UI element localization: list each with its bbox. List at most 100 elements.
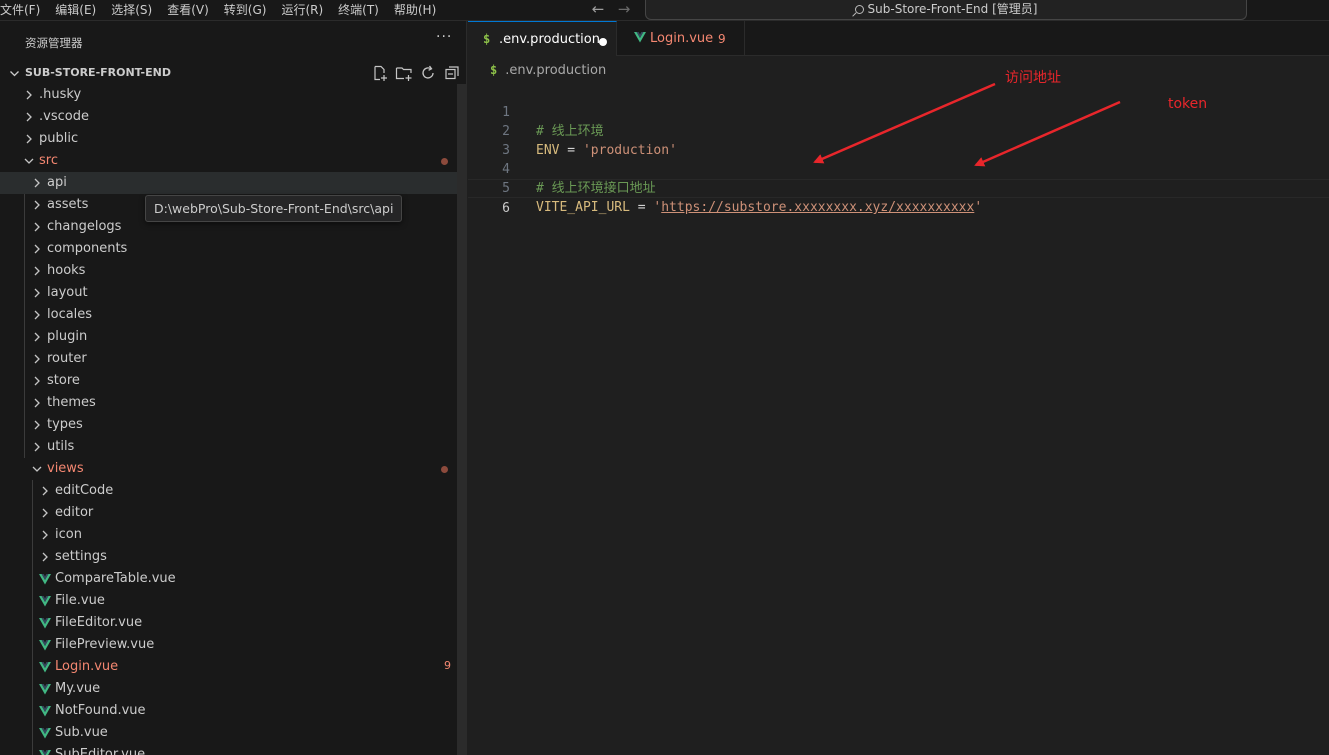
- code-url-link[interactable]: https://substore.xxxxxxxx.xyz/xxxxxxxxxx: [661, 200, 974, 215]
- chevron-right-icon: [24, 106, 34, 128]
- folder-item-api[interactable]: api: [0, 172, 459, 194]
- chevron-right-icon: [32, 216, 42, 238]
- chevron-right-icon: [32, 238, 42, 260]
- folder-item-themes[interactable]: themes: [0, 392, 459, 414]
- tree-item-label: layout: [47, 285, 88, 300]
- folder-item-types[interactable]: types: [0, 414, 459, 436]
- code-line: 5 VITE_API_URL = 'https://substore.xxxxx…: [468, 160, 1329, 215]
- command-center-search[interactable]: Sub-Store-Front-End [管理员]: [645, 0, 1247, 20]
- tree-item-label: NotFound.vue: [55, 703, 146, 718]
- folder-item-hooks[interactable]: hooks: [0, 260, 459, 282]
- folder-item-utils[interactable]: utils: [0, 436, 459, 458]
- folder-item-husky[interactable]: .husky: [0, 84, 459, 106]
- tab-login-vue[interactable]: Login.vue 9: [617, 21, 745, 56]
- tree-item-label: File.vue: [55, 593, 105, 608]
- problem-count-badge: 9: [718, 32, 726, 46]
- folder-item-locales[interactable]: locales: [0, 304, 459, 326]
- chevron-right-icon: [24, 84, 34, 106]
- tree-item-label: FileEditor.vue: [55, 615, 143, 630]
- refresh-icon[interactable]: [419, 64, 437, 82]
- folder-item-plugin[interactable]: plugin: [0, 326, 459, 348]
- file-item-login-vue[interactable]: Login.vue 9: [0, 656, 459, 678]
- tree-item-label: My.vue: [55, 681, 101, 696]
- menu-bar: 文件(F) 编辑(E) 选择(S) 查看(V) 转到(G) 运行(R) 终端(T…: [0, 0, 443, 20]
- file-item-my-vue[interactable]: My.vue: [0, 678, 459, 700]
- menu-file[interactable]: 文件(F): [0, 0, 55, 20]
- chevron-right-icon: [40, 524, 50, 546]
- tree-item-label: hooks: [47, 263, 86, 278]
- folder-item-public[interactable]: public: [0, 128, 459, 150]
- new-file-icon[interactable]: [371, 64, 389, 82]
- file-item-filepreview-vue[interactable]: FilePreview.vue: [0, 634, 459, 656]
- tab-env-production[interactable]: $ .env.production: [468, 21, 617, 56]
- unsaved-dot-icon[interactable]: [599, 38, 607, 46]
- new-folder-icon[interactable]: [395, 64, 413, 82]
- folder-item-settings[interactable]: settings: [0, 546, 459, 568]
- vue-icon: [39, 706, 51, 717]
- line-number: 6: [502, 201, 510, 216]
- collapse-all-icon[interactable]: [443, 64, 461, 82]
- tree-item-label: icon: [55, 527, 82, 542]
- chevron-right-icon: [32, 304, 42, 326]
- chevron-right-icon: [32, 172, 42, 194]
- project-header[interactable]: SUB-STORE-FRONT-END: [0, 62, 466, 84]
- menu-help[interactable]: 帮助(H): [394, 0, 443, 20]
- back-arrow-icon[interactable]: ←: [588, 0, 608, 20]
- tree-item-label: types: [47, 417, 83, 432]
- menu-view[interactable]: 查看(V): [167, 0, 224, 20]
- vue-icon: [39, 596, 51, 607]
- annotation-token: token: [1168, 96, 1208, 112]
- code-line-current: 6: [468, 179, 1329, 216]
- code-key: VITE_API_URL: [536, 200, 630, 215]
- problem-count-badge: 9: [444, 659, 451, 672]
- vue-icon: [39, 618, 51, 629]
- chevron-right-icon: [32, 326, 42, 348]
- vue-icon: [39, 684, 51, 695]
- file-item-sub-vue[interactable]: Sub.vue: [0, 722, 459, 744]
- folder-item-editcode[interactable]: editCode: [0, 480, 459, 502]
- folder-item-vscode[interactable]: .vscode: [0, 106, 459, 128]
- tree-item-label: assets: [47, 197, 89, 212]
- tree-item-label: public: [39, 131, 79, 146]
- folder-item-router[interactable]: router: [0, 348, 459, 370]
- chevron-down-icon: [32, 458, 42, 480]
- file-item-comparetable-vue[interactable]: CompareTable.vue: [0, 568, 459, 590]
- chevron-right-icon: [32, 392, 42, 414]
- code-operator: =: [629, 200, 654, 215]
- file-item-fileeditor-vue[interactable]: FileEditor.vue: [0, 612, 459, 634]
- tree-item-label: editor: [55, 505, 94, 520]
- tab-label: .env.production: [499, 32, 600, 47]
- menu-edit[interactable]: 编辑(E): [55, 0, 111, 20]
- file-item-subeditor-vue[interactable]: SubEditor.vue: [0, 744, 459, 755]
- project-name: SUB-STORE-FRONT-END: [25, 66, 171, 79]
- chevron-right-icon: [32, 436, 42, 458]
- explorer-title: 资源管理器: [25, 36, 83, 50]
- folder-item-views[interactable]: views: [0, 458, 459, 480]
- folder-item-components[interactable]: components: [0, 238, 459, 260]
- tree-item-label: .vscode: [39, 109, 89, 124]
- folder-item-store[interactable]: store: [0, 370, 459, 392]
- more-actions-icon[interactable]: ···: [436, 29, 452, 45]
- command-center-label: Sub-Store-Front-End [管理员]: [867, 2, 1038, 16]
- tree-item-label: utils: [47, 439, 75, 454]
- file-item-file-vue[interactable]: File.vue: [0, 590, 459, 612]
- vue-icon: [39, 750, 51, 755]
- code-quote: ': [974, 200, 983, 215]
- menu-selection[interactable]: 选择(S): [111, 0, 167, 20]
- breadcrumb[interactable]: $ .env.production: [490, 63, 606, 78]
- menu-terminal[interactable]: 终端(T): [338, 0, 394, 20]
- forward-arrow-icon[interactable]: →: [614, 0, 634, 20]
- vue-icon: [39, 728, 51, 739]
- file-item-notfound-vue[interactable]: NotFound.vue: [0, 700, 459, 722]
- tree-item-label: Login.vue: [55, 659, 119, 674]
- folder-item-editor[interactable]: editor: [0, 502, 459, 524]
- tree-item-label: settings: [55, 549, 107, 564]
- tree-item-label: components: [47, 241, 128, 256]
- menu-run[interactable]: 运行(R): [281, 0, 338, 20]
- sidebar-scrollbar[interactable]: [457, 84, 466, 755]
- folder-item-layout[interactable]: layout: [0, 282, 459, 304]
- folder-item-icon[interactable]: icon: [0, 524, 459, 546]
- tree-item-label: api: [47, 175, 67, 190]
- menu-go[interactable]: 转到(G): [224, 0, 282, 20]
- folder-item-src[interactable]: src: [0, 150, 459, 172]
